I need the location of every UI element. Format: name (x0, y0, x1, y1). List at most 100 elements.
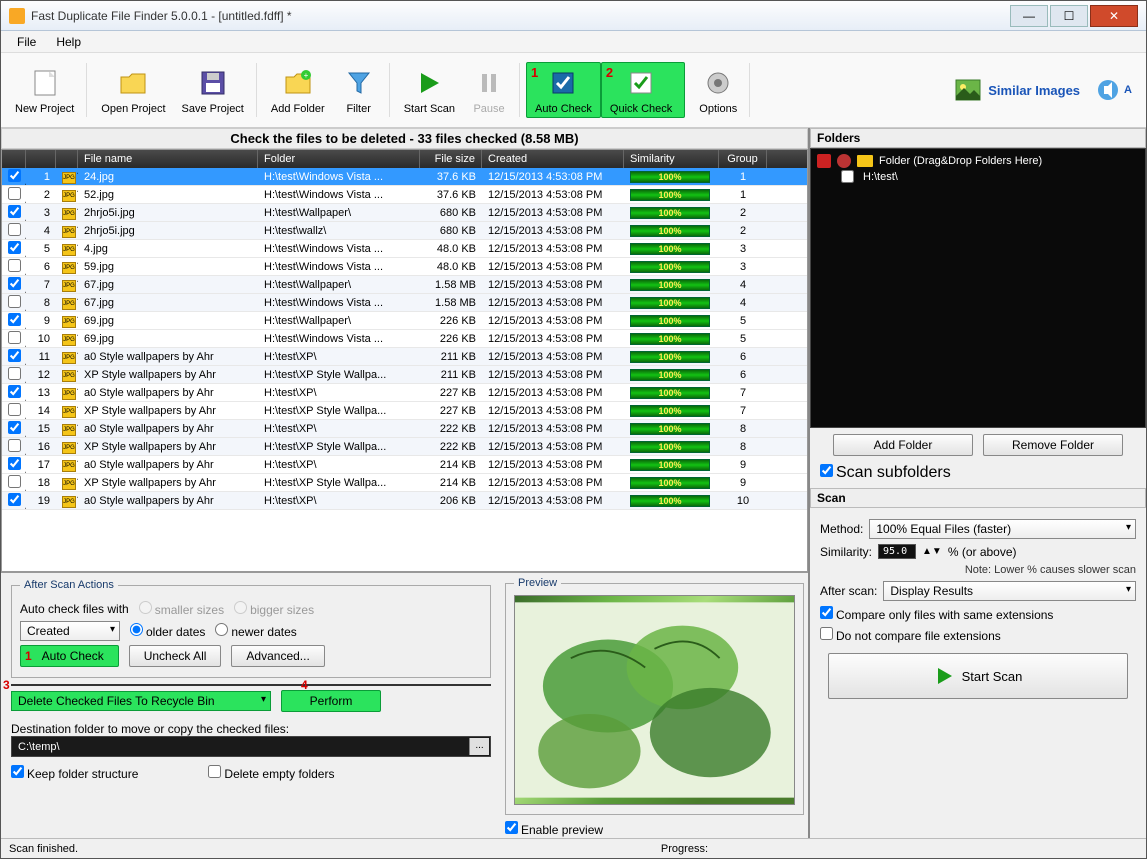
row-checkbox[interactable] (8, 295, 21, 308)
row-checkbox[interactable] (8, 169, 21, 182)
table-row[interactable]: 18JPGXP Style wallpapers by AhrH:\test\X… (2, 474, 807, 492)
row-checkbox[interactable] (8, 277, 21, 290)
older-dates-radio[interactable] (130, 623, 143, 636)
table-row[interactable]: 7JPG67.jpgH:\test\Wallpaper\1.58 MB12/15… (2, 276, 807, 294)
row-checkbox[interactable] (8, 439, 21, 452)
remove-icon (837, 154, 851, 168)
check-icon (817, 154, 831, 168)
folders-root[interactable]: Folder (Drag&Drop Folders Here) (815, 153, 1141, 169)
col-folder[interactable]: Folder (258, 150, 420, 168)
no-compare-ext-checkbox[interactable] (820, 627, 833, 640)
col-checkbox[interactable] (2, 150, 26, 168)
row-checkbox[interactable] (8, 367, 21, 380)
folder-icon (857, 155, 873, 167)
table-row[interactable]: 4JPG2hrjo5i.jpgH:\test\wallz\680 KB12/15… (2, 222, 807, 240)
open-project-button[interactable]: Open Project (93, 63, 173, 117)
audio-link[interactable]: A (1088, 76, 1140, 104)
auto-check-action-button[interactable]: 1 Auto Check (20, 645, 119, 667)
remove-folder-button[interactable]: Remove Folder (983, 434, 1123, 456)
col-filename[interactable]: File name (78, 150, 258, 168)
col-group[interactable]: Group (719, 150, 767, 168)
start-scan-button[interactable]: Start Scan (396, 63, 463, 117)
similarity-spinner[interactable]: 95.0 (878, 544, 916, 559)
options-button[interactable]: Options (691, 63, 750, 117)
similarity-bar: 100% (630, 279, 710, 291)
compare-ext-checkbox[interactable] (820, 606, 833, 619)
table-row[interactable]: 9JPG69.jpgH:\test\Wallpaper\226 KB12/15/… (2, 312, 807, 330)
after-scan-combo[interactable]: Display Results (883, 581, 1136, 601)
table-row[interactable]: 11JPGa0 Style wallpapers by AhrH:\test\X… (2, 348, 807, 366)
method-label: Method: (820, 522, 863, 536)
row-checkbox[interactable] (8, 241, 21, 254)
browse-button[interactable]: ... (469, 738, 489, 755)
folder-item[interactable]: H:\test\ (815, 169, 1141, 184)
table-row[interactable]: 5JPG4.jpgH:\test\Windows Vista ...48.0 K… (2, 240, 807, 258)
enable-preview-checkbox[interactable] (505, 821, 518, 834)
table-row[interactable]: 1JPG24.jpgH:\test\Windows Vista ...37.6 … (2, 168, 807, 186)
results-grid[interactable]: File name Folder File size Created Simil… (1, 149, 808, 572)
table-row[interactable]: 19JPGa0 Style wallpapers by AhrH:\test\X… (2, 492, 807, 510)
save-project-button[interactable]: Save Project (174, 63, 257, 117)
close-button[interactable]: ✕ (1090, 5, 1138, 27)
table-row[interactable]: 2JPG52.jpgH:\test\Windows Vista ...37.6 … (2, 186, 807, 204)
table-row[interactable]: 3JPG2hrjo5i.jpgH:\test\Wallpaper\680 KB1… (2, 204, 807, 222)
smaller-sizes-radio (139, 601, 152, 614)
table-row[interactable]: 17JPGa0 Style wallpapers by AhrH:\test\X… (2, 456, 807, 474)
keep-folder-checkbox[interactable] (11, 765, 24, 778)
table-row[interactable]: 6JPG59.jpgH:\test\Windows Vista ...48.0 … (2, 258, 807, 276)
add-folder-panel-button[interactable]: Add Folder (833, 434, 973, 456)
row-checkbox[interactable] (8, 349, 21, 362)
row-checkbox[interactable] (8, 493, 21, 506)
row-checkbox[interactable] (8, 313, 21, 326)
advanced-button[interactable]: Advanced... (231, 645, 324, 667)
table-row[interactable]: 16JPGXP Style wallpapers by AhrH:\test\X… (2, 438, 807, 456)
scan-subfolders-checkbox[interactable] (820, 464, 833, 477)
folder-checkbox[interactable] (841, 170, 854, 183)
table-row[interactable]: 13JPGa0 Style wallpapers by AhrH:\test\X… (2, 384, 807, 402)
row-checkbox[interactable] (8, 331, 21, 344)
method-combo[interactable]: 100% Equal Files (faster) (869, 519, 1136, 539)
quick-check-button[interactable]: 2Quick Check (601, 62, 685, 118)
row-checkbox[interactable] (8, 205, 21, 218)
similarity-bar: 100% (630, 315, 710, 327)
col-created[interactable]: Created (482, 150, 624, 168)
maximize-button[interactable]: ☐ (1050, 5, 1088, 27)
minimize-button[interactable]: — (1010, 5, 1048, 27)
similar-images-link[interactable]: Similar Images (946, 76, 1088, 104)
row-checkbox[interactable] (8, 259, 21, 272)
row-checkbox[interactable] (8, 457, 21, 470)
menu-help[interactable]: Help (46, 33, 91, 51)
destination-folder-input[interactable]: C:\temp\... (11, 736, 491, 757)
start-scan-panel-button[interactable]: Start Scan (828, 653, 1128, 699)
table-row[interactable]: 10JPG69.jpgH:\test\Windows Vista ...226 … (2, 330, 807, 348)
table-row[interactable]: 12JPGXP Style wallpapers by AhrH:\test\X… (2, 366, 807, 384)
uncheck-all-button[interactable]: Uncheck All (129, 645, 222, 667)
scan-header: Scan (810, 488, 1146, 508)
row-checkbox[interactable] (8, 385, 21, 398)
newer-dates-radio[interactable] (215, 623, 228, 636)
filter-button[interactable]: Filter (333, 63, 390, 117)
col-filesize[interactable]: File size (420, 150, 482, 168)
col-similarity[interactable]: Similarity (624, 150, 719, 168)
table-row[interactable]: 8JPG67.jpgH:\test\Windows Vista ...1.58 … (2, 294, 807, 312)
created-combo[interactable]: Created (20, 621, 120, 641)
folders-tree[interactable]: Folder (Drag&Drop Folders Here) H:\test\ (810, 148, 1146, 428)
delete-action-combo[interactable]: Delete Checked Files To Recycle Bin (11, 691, 271, 711)
menu-file[interactable]: File (7, 33, 46, 51)
table-row[interactable]: 15JPGa0 Style wallpapers by AhrH:\test\X… (2, 420, 807, 438)
row-checkbox[interactable] (8, 187, 21, 200)
annotation-1b: 1 (25, 649, 32, 663)
new-project-button[interactable]: New Project (7, 63, 87, 117)
perform-button[interactable]: Perform (281, 690, 381, 712)
row-checkbox[interactable] (8, 475, 21, 488)
add-folder-button[interactable]: +Add Folder (263, 63, 333, 117)
row-checkbox[interactable] (8, 223, 21, 236)
auto-check-button[interactable]: 1Auto Check (526, 62, 601, 118)
table-row[interactable]: 14JPGXP Style wallpapers by AhrH:\test\X… (2, 402, 807, 420)
titlebar[interactable]: Fast Duplicate File Finder 5.0.0.1 - [un… (1, 1, 1146, 31)
delete-empty-checkbox[interactable] (208, 765, 221, 778)
similarity-bar: 100% (630, 441, 710, 453)
pause-button[interactable]: Pause (463, 63, 520, 117)
row-checkbox[interactable] (8, 421, 21, 434)
row-checkbox[interactable] (8, 403, 21, 416)
